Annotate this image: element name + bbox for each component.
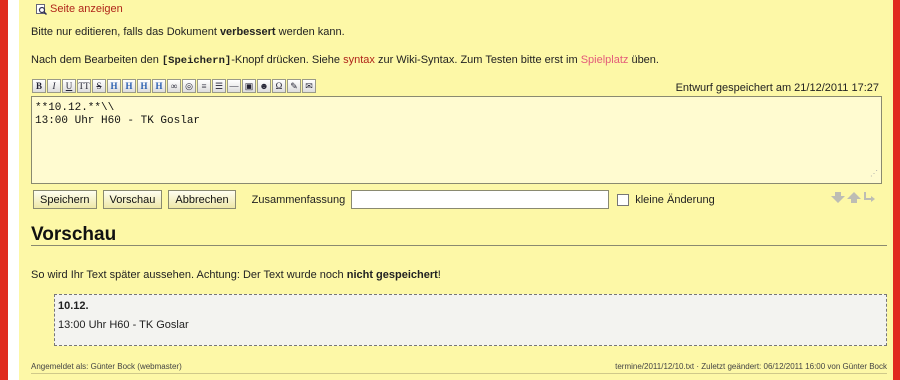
- save-hint-code: [Speichern]: [161, 55, 232, 67]
- underline-icon: U: [65, 81, 73, 91]
- footer-divider: [31, 373, 887, 374]
- editor-toolbar: B I U TT S H H H H ∞ ◎ ≡ ☰ — ▣ ☻ Ω ✎ ✉: [32, 79, 316, 93]
- edit-hint-bold: verbessert: [219, 26, 276, 38]
- strikethrough-button[interactable]: S: [92, 79, 106, 93]
- monospace-button[interactable]: TT: [77, 79, 91, 93]
- save-button[interactable]: Speichern: [33, 190, 97, 209]
- smiley-button[interactable]: ☻: [257, 79, 271, 93]
- heading-same-icon: H: [110, 81, 118, 91]
- horizontal-rule-icon: —: [229, 81, 239, 91]
- preview-content-box: 10.12. 13:00 Uhr H60 - TK Goslar: [54, 294, 887, 346]
- resize-grip-icon[interactable]: ⋰: [870, 168, 878, 181]
- preview-note-suffix: !: [437, 269, 441, 281]
- edit-button-row: Speichern Vorschau Abbrechen Zusammenfas…: [33, 190, 715, 209]
- media-button[interactable]: ✉: [302, 79, 316, 93]
- editor-line-1: **10.12.**\\: [35, 102, 115, 114]
- save-hint-mid: -Knopf drücken. Siehe: [231, 54, 344, 66]
- magnifier-icon: [36, 3, 48, 15]
- ordered-list-icon: ≡: [201, 81, 207, 91]
- playground-link[interactable]: Spielplatz: [581, 54, 629, 66]
- wrap-toggle-icon[interactable]: [863, 192, 875, 206]
- save-hint-mid2: zur Wiki-Syntax. Zum Testen bitte erst i…: [374, 54, 581, 66]
- wiki-text-editor[interactable]: **10.12.**\\ 13:00 Uhr H60 - TK Goslar ⋰: [31, 96, 882, 184]
- right-frame-border: [893, 0, 900, 380]
- strikethrough-icon: S: [96, 81, 102, 91]
- bold-icon: B: [35, 81, 42, 91]
- signature-icon: ✎: [290, 80, 298, 91]
- draft-status: Entwurf gespeichert am 21/12/2011 17:27: [675, 82, 879, 94]
- internal-link-icon: ∞: [170, 81, 178, 91]
- minor-change-checkbox[interactable]: [617, 193, 630, 206]
- page-info: termine/2011/12/10.txt · Zuletzt geänder…: [615, 362, 887, 371]
- preview-button[interactable]: Vorschau: [102, 190, 163, 209]
- minor-change-label: kleine Änderung: [635, 193, 715, 206]
- image-icon: ▣: [244, 80, 254, 91]
- heading-higher-button[interactable]: H: [137, 79, 151, 93]
- resize-arrows: [831, 192, 875, 206]
- heading-lower-button[interactable]: H: [122, 79, 136, 93]
- italic-icon: I: [52, 81, 56, 91]
- cancel-button[interactable]: Abbrechen: [168, 190, 236, 209]
- ordered-list-button[interactable]: ≡: [197, 79, 211, 93]
- show-page-label[interactable]: Seite anzeigen: [50, 3, 123, 15]
- heading-menu-button[interactable]: H: [152, 79, 166, 93]
- italic-button[interactable]: I: [47, 79, 61, 93]
- edit-hint-text: Bitte nur editieren, falls das Dokument: [31, 26, 220, 38]
- edit-hint: Bitte nur editieren, falls das Dokument …: [31, 26, 345, 38]
- heading-menu-icon: H: [155, 81, 163, 91]
- bold-button[interactable]: B: [32, 79, 46, 93]
- arrow-down-icon[interactable]: [831, 192, 845, 206]
- special-chars-button[interactable]: Ω: [272, 79, 286, 93]
- heading-same-button[interactable]: H: [107, 79, 121, 93]
- show-page-link[interactable]: Seite anzeigen: [36, 3, 123, 15]
- internal-link-button[interactable]: ∞: [167, 79, 181, 93]
- save-hint-suffix: üben.: [628, 54, 659, 66]
- smiley-icon: ☻: [259, 81, 269, 91]
- save-hint: Nach dem Bearbeiten den [Speichern]-Knop…: [31, 54, 659, 67]
- special-chars-icon: Ω: [275, 81, 283, 91]
- arrow-up-icon[interactable]: [847, 192, 861, 206]
- page-footer: Angemeldet als: Günter Bock (webmaster) …: [31, 362, 887, 371]
- heading-higher-icon: H: [140, 81, 148, 91]
- syntax-link[interactable]: syntax: [343, 54, 375, 66]
- preview-date: 10.12.: [58, 300, 89, 312]
- preview-note-text: So wird Ihr Text später aussehen. Achtun…: [31, 269, 347, 281]
- unordered-list-icon: ☰: [214, 80, 224, 91]
- logged-in-info: Angemeldet als: Günter Bock (webmaster): [31, 362, 182, 371]
- left-frame-border: [0, 0, 8, 380]
- preview-entry: 13:00 Uhr H60 - TK Goslar: [58, 319, 189, 331]
- summary-label: Zusammenfassung: [251, 193, 346, 206]
- unordered-list-button[interactable]: ☰: [212, 79, 226, 93]
- preview-heading: Vorschau: [31, 224, 117, 245]
- signature-button[interactable]: ✎: [287, 79, 301, 93]
- summary-input[interactable]: [351, 190, 610, 209]
- preview-divider: [31, 245, 887, 246]
- editor-line-2: 13:00 Uhr H60 - TK Goslar: [35, 115, 201, 127]
- monospace-icon: TT: [78, 81, 90, 91]
- heading-lower-icon: H: [125, 81, 133, 91]
- media-icon: ✉: [305, 80, 313, 91]
- underline-button[interactable]: U: [62, 79, 76, 93]
- external-link-button[interactable]: ◎: [182, 79, 196, 93]
- preview-note: So wird Ihr Text später aussehen. Achtun…: [31, 269, 441, 281]
- save-hint-text: Nach dem Bearbeiten den: [31, 54, 162, 66]
- preview-note-bold: nicht gespeichert: [346, 269, 438, 281]
- image-button[interactable]: ▣: [242, 79, 256, 93]
- horizontal-rule-button[interactable]: —: [227, 79, 241, 93]
- external-link-icon: ◎: [185, 80, 193, 91]
- edit-hint-suffix: werden kann.: [275, 26, 345, 38]
- edit-page: Seite anzeigen Bitte nur editieren, fall…: [19, 0, 893, 380]
